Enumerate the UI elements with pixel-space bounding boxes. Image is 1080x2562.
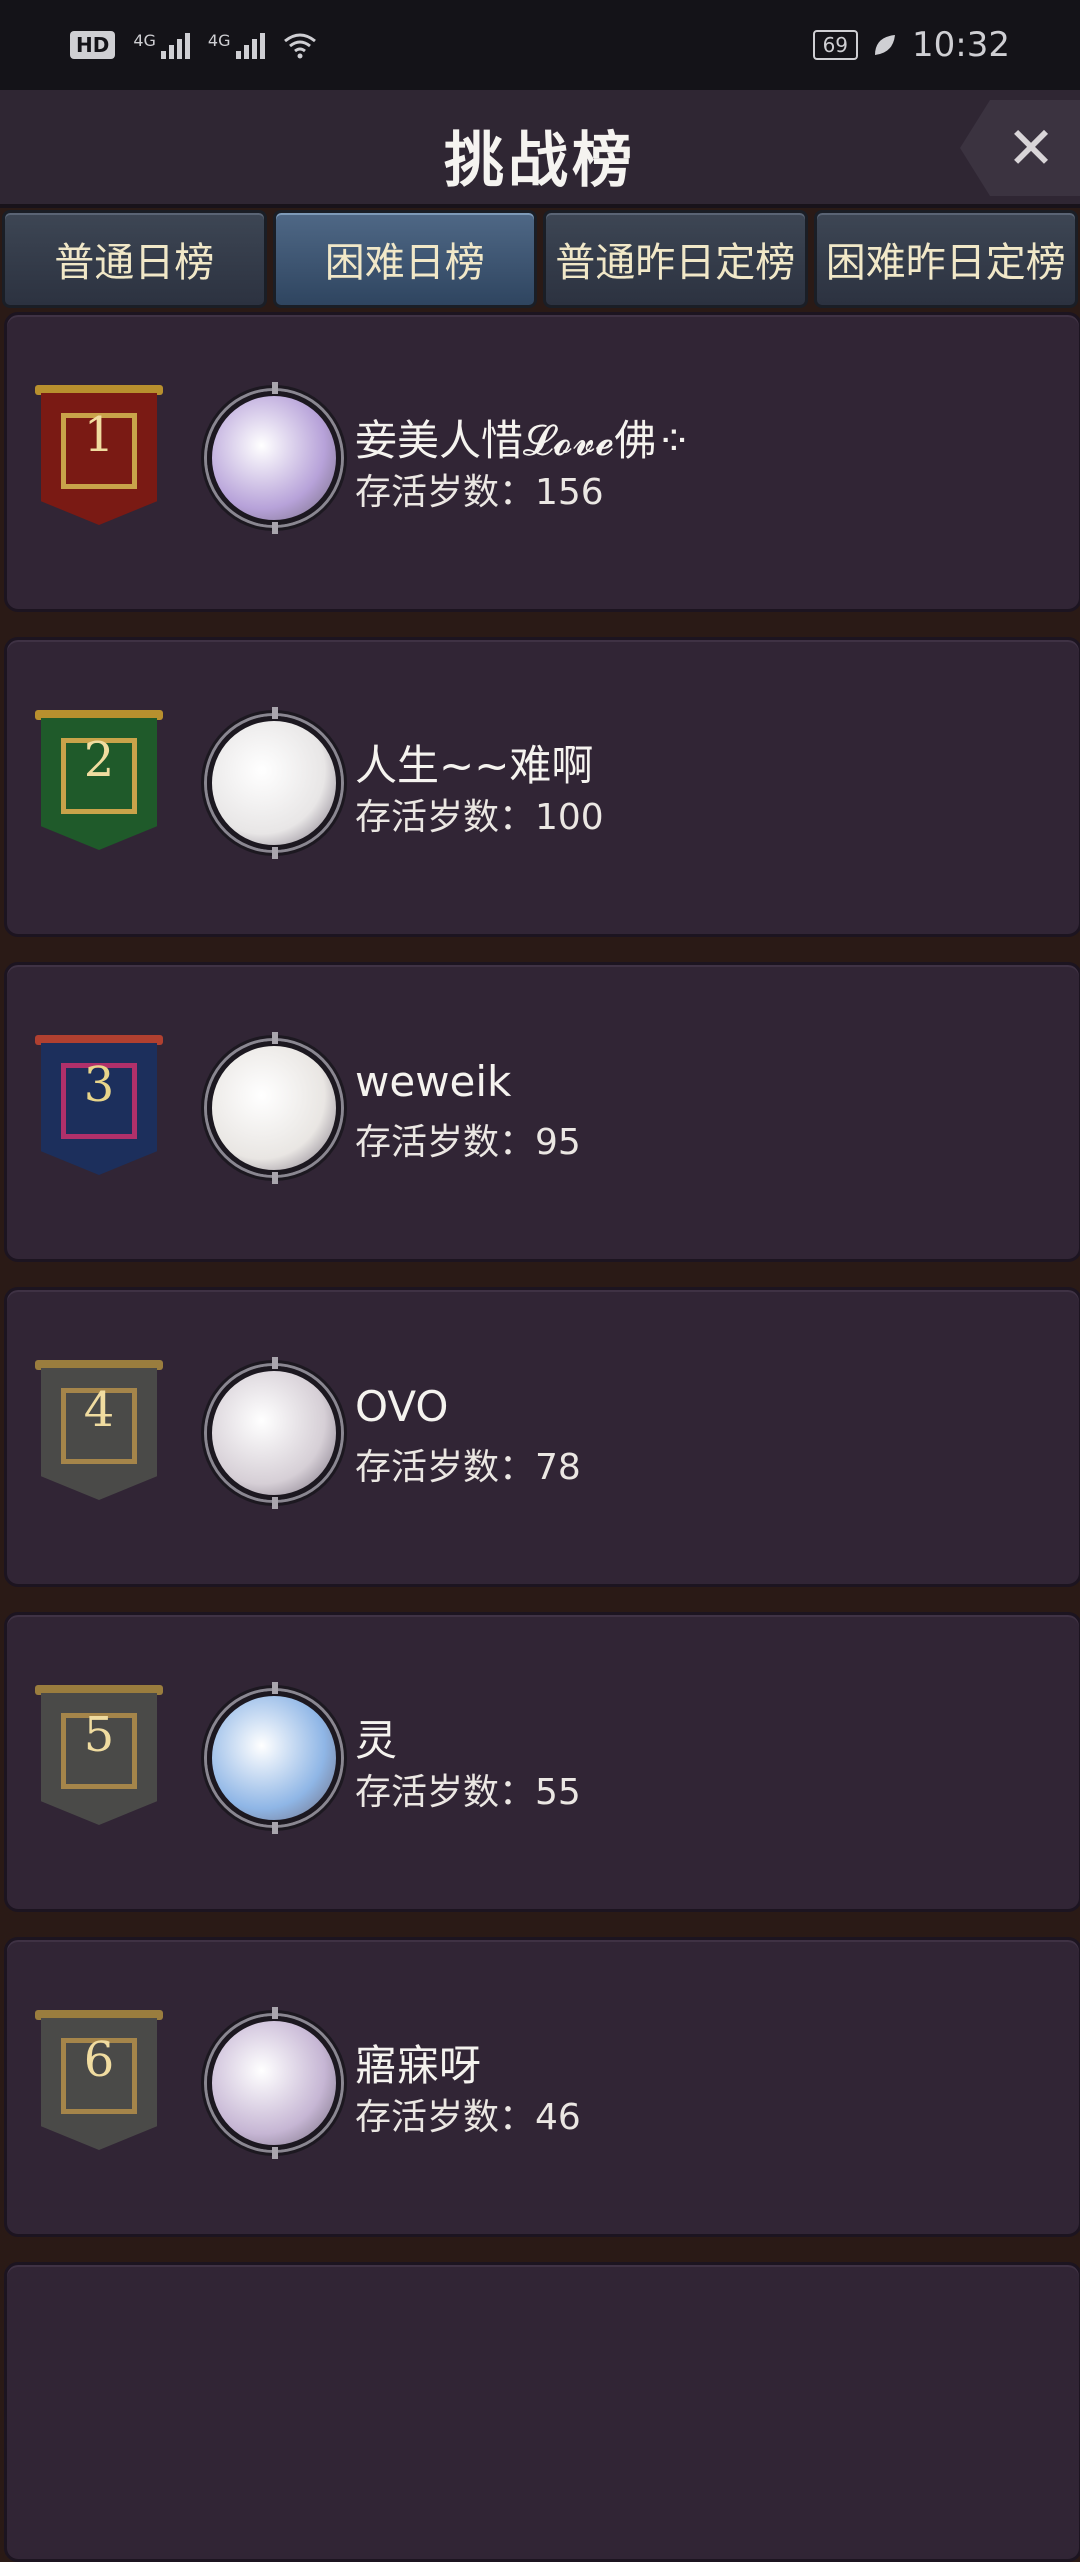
status-left: HD 4G 4G [70, 31, 317, 59]
rank-banner: 4 [35, 1360, 163, 1500]
survival-age: 存活岁数：100 [355, 797, 604, 838]
rank-number: 5 [83, 1707, 115, 1763]
survival-age: 存活岁数：46 [355, 2097, 581, 2138]
rank-banner: 5 [35, 1685, 163, 1825]
signal-icon: 4G [208, 31, 265, 59]
ranking-row[interactable]: 1 妾美人惜𝓛𝓸𝓿𝓮佛⁘ 存活岁数：156 [4, 312, 1080, 612]
status-right: 69 10:32 [812, 25, 1010, 65]
avatar[interactable] [207, 1682, 341, 1834]
ranking-row[interactable]: 2 人生~~难啊 存活岁数：100 [4, 637, 1080, 937]
player-name: 妾美人惜𝓛𝓸𝓿𝓮佛⁘ [355, 416, 692, 465]
avatar[interactable] [207, 1357, 341, 1509]
avatar[interactable] [207, 382, 341, 534]
leaf-icon [875, 35, 896, 55]
status-bar: HD 4G 4G 69 10:32 [0, 0, 1080, 90]
player-name: 人生~~难啊 [355, 741, 594, 790]
clock: 10:32 [912, 25, 1010, 65]
title-bar: 挑战榜 ✕ [0, 90, 1080, 208]
rank-number: 6 [83, 2032, 115, 2088]
tab-2[interactable]: 困难日榜 [272, 210, 537, 308]
signal-icon: 4G [133, 31, 190, 59]
sim1-label: 4G [133, 31, 156, 50]
wifi-icon [283, 33, 316, 59]
rank-banner: 2 [35, 710, 163, 850]
rank-banner: 6 [35, 2010, 163, 2150]
ranking-row[interactable]: 3 weweik 存活岁数：95 [4, 962, 1080, 1262]
player-name: weweik [355, 1057, 512, 1106]
rank-number: 3 [83, 1057, 115, 1113]
survival-age: 存活岁数：78 [355, 1447, 581, 1488]
rank-number: 1 [83, 407, 115, 463]
leaderboard-tabs: 普通日榜 困难日榜 普通昨日定榜 困难昨日定榜 [0, 210, 1080, 308]
avatar[interactable] [207, 1032, 341, 1184]
tab-3[interactable]: 普通昨日定榜 [543, 210, 808, 308]
survival-age: 存活岁数：95 [355, 1122, 581, 1163]
survival-age: 存活岁数：55 [355, 1772, 581, 1813]
battery-icon: 69 [812, 30, 859, 60]
sim2-label: 4G [207, 31, 231, 50]
tab-4[interactable]: 困难昨日定榜 [813, 210, 1078, 308]
player-name: 寤寐呀 [355, 2041, 482, 2090]
tab-1[interactable]: 普通日榜 [2, 210, 267, 308]
player-name: OVO [355, 1382, 449, 1431]
ranking-row[interactable]: 6 寤寐呀 存活岁数：46 [4, 1937, 1080, 2237]
rank-number: 2 [83, 732, 115, 788]
ranking-row[interactable]: 4 OVO 存活岁数：78 [4, 1287, 1080, 1587]
survival-age: 存活岁数：156 [355, 472, 604, 513]
ranking-row[interactable]: 5 灵 存活岁数：55 [4, 1612, 1080, 1912]
player-name: 灵 [355, 1716, 398, 1765]
avatar[interactable] [207, 707, 341, 859]
rank-banner: 3 [35, 1035, 163, 1175]
page-title: 挑战榜 [444, 126, 636, 196]
avatar[interactable] [207, 2007, 341, 2159]
close-icon: ✕ [1006, 114, 1056, 182]
rank-number: 4 [83, 1382, 115, 1438]
rank-banner: 1 [35, 385, 163, 525]
hd-badge: HD [70, 31, 116, 59]
ranking-row-partial[interactable] [4, 2262, 1080, 2562]
